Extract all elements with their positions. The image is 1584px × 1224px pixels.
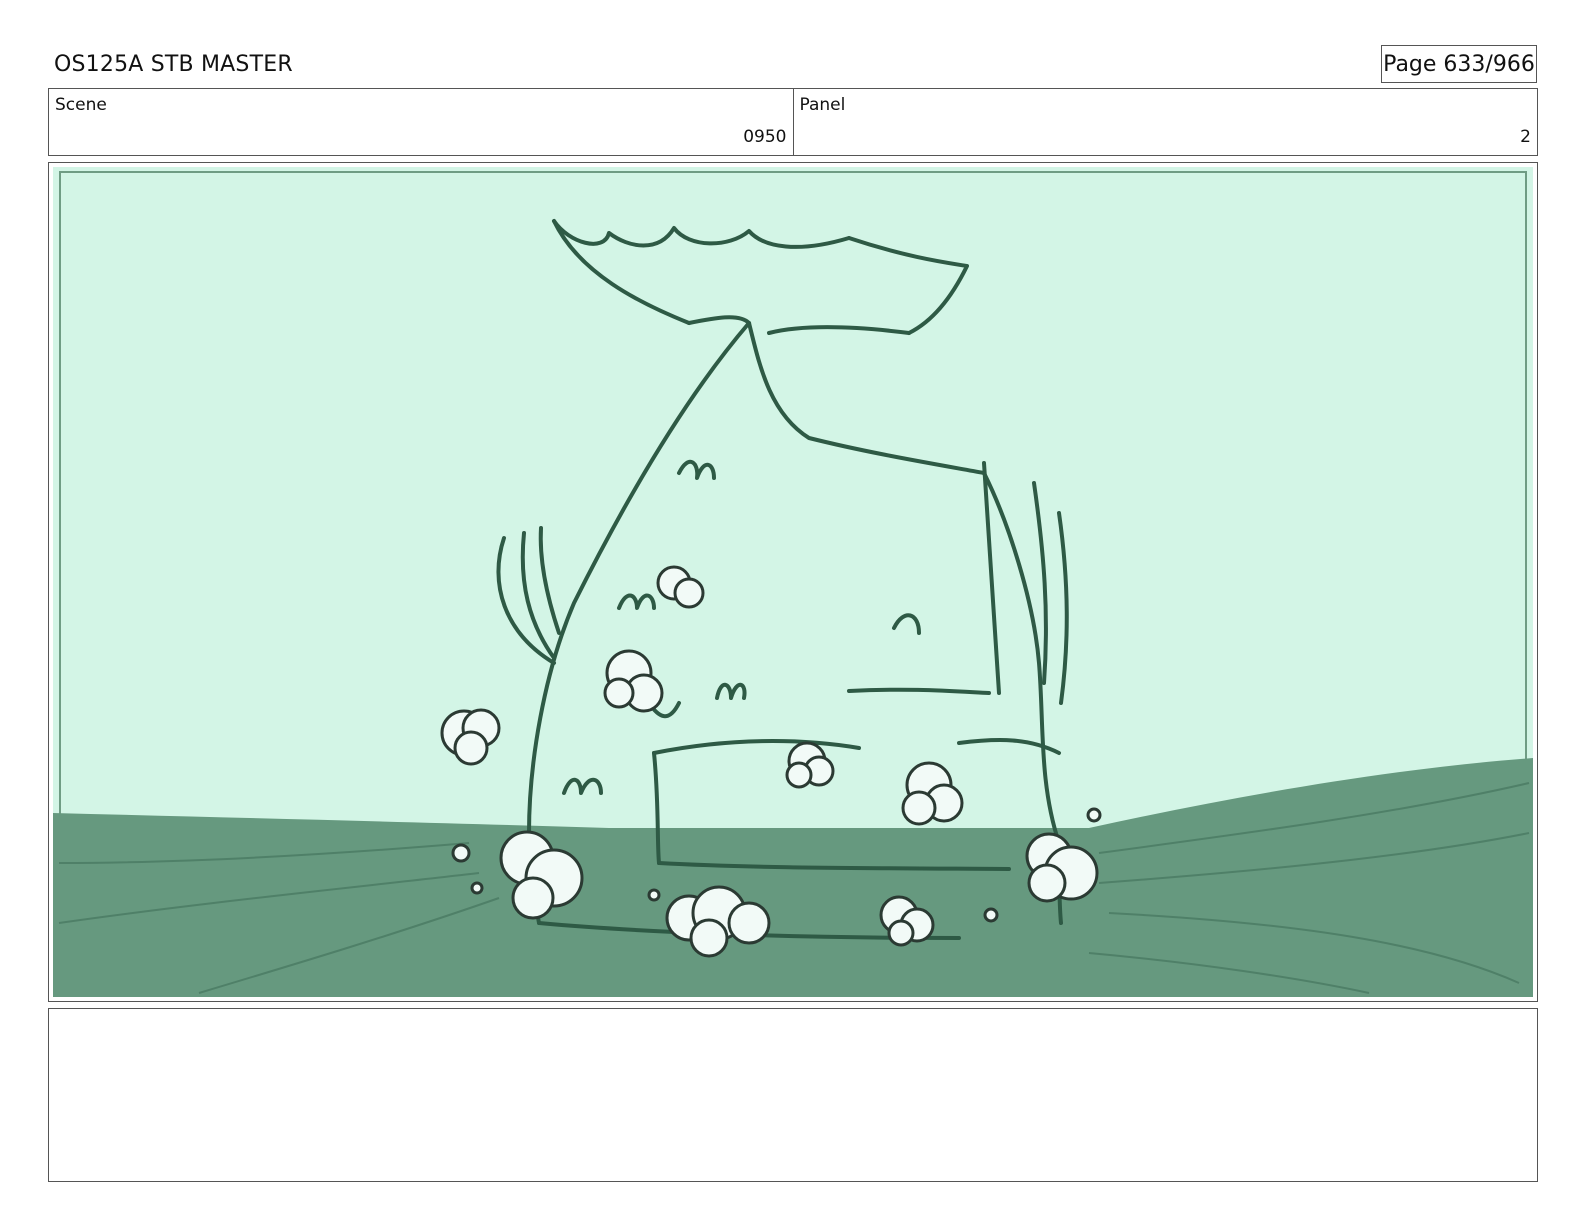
- scene-panel-info: Scene 0950 Panel 2: [48, 88, 1538, 156]
- fish-sketch-illustration: [53, 167, 1533, 997]
- storyboard-panel: [48, 162, 1538, 1002]
- panel-cell: Panel 2: [792, 89, 1538, 155]
- scene-cell: Scene 0950: [49, 89, 793, 155]
- panel-label: Panel: [799, 95, 846, 115]
- page-number: Page 633/966: [1381, 45, 1537, 83]
- scene-label: Scene: [55, 95, 107, 115]
- scene-number: 0950: [743, 127, 787, 147]
- document-title: OS125A STB MASTER: [54, 52, 293, 77]
- panel-notes: [48, 1008, 1538, 1182]
- panel-number: 2: [1520, 127, 1531, 147]
